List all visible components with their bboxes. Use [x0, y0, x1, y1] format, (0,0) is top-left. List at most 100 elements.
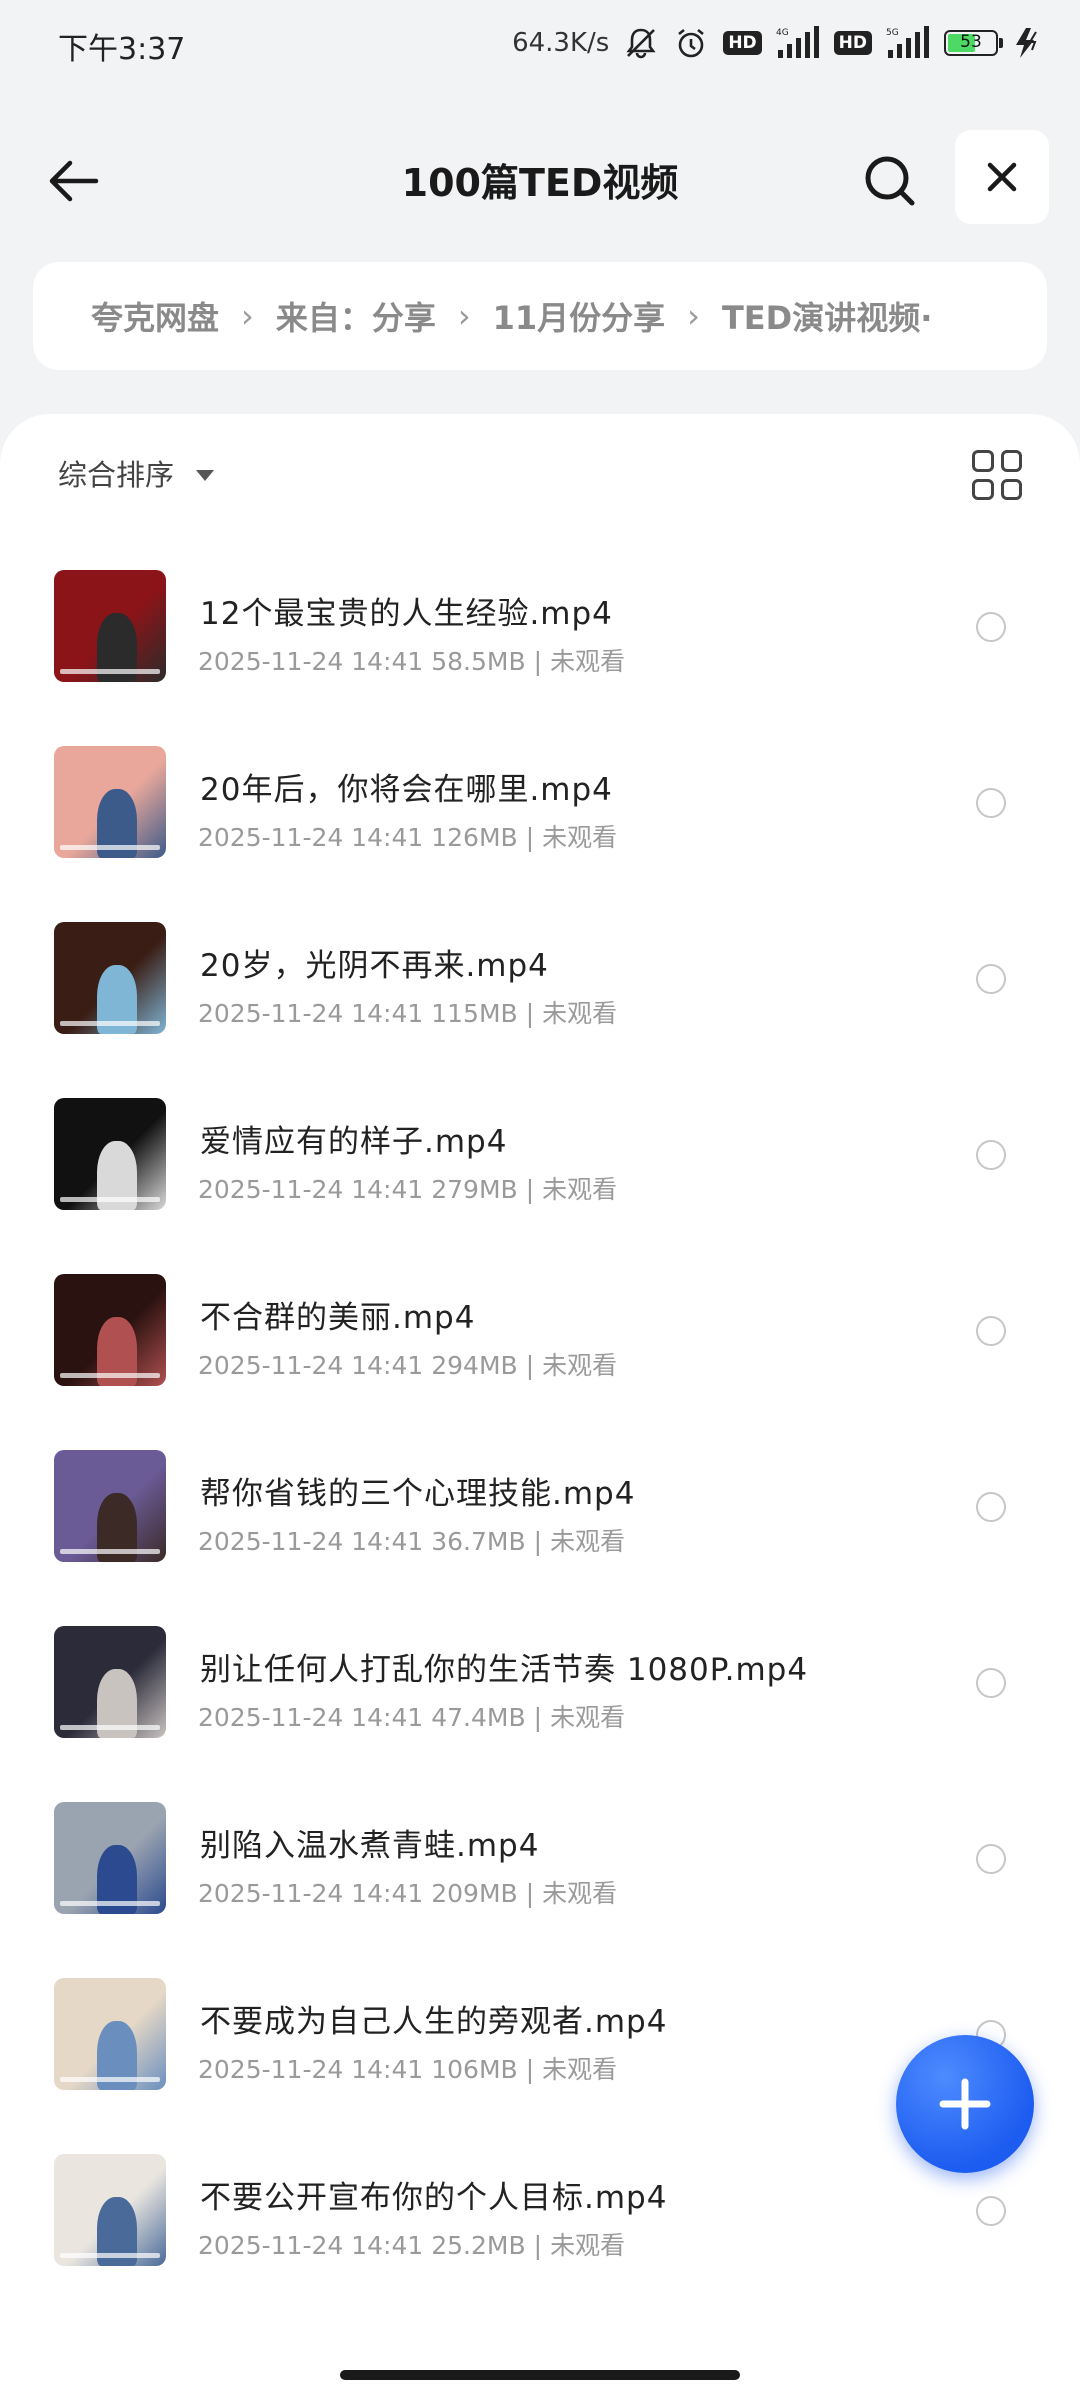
hd-badge-2: HD — [833, 31, 872, 55]
file-size: 279MB — [431, 1175, 518, 1204]
file-date: 2025-11-24 14:41 — [198, 647, 424, 676]
meta-divider: | — [533, 1703, 543, 1732]
select-checkbox[interactable] — [976, 612, 1006, 642]
close-button[interactable] — [955, 130, 1049, 224]
file-list: 12个最宝贵的人生经验.mp4 2025-11-24 14:41 58.5MB | 未… — [0, 546, 1080, 2306]
file-size: 294MB — [431, 1351, 518, 1380]
select-checkbox[interactable] — [976, 1844, 1006, 1874]
file-name: 爱情应有的样子.mp4 — [200, 1124, 508, 1160]
header-bar: 100篇TED视频 — [0, 130, 1080, 230]
video-thumbnail — [54, 746, 166, 858]
meta-divider: | — [525, 2055, 535, 2084]
hd-badge: HD — [723, 31, 762, 55]
chevron-right-icon: › — [687, 297, 700, 335]
file-name: 别陷入温水煮青蛙.mp4 — [200, 1828, 540, 1864]
file-meta: 2025-11-24 14:41 126MB | 未观看 — [198, 818, 617, 854]
file-meta: 2025-11-24 14:41 209MB | 未观看 — [198, 1874, 617, 1910]
select-checkbox[interactable] — [976, 2196, 1006, 2226]
watch-status: 未观看 — [542, 1879, 618, 1908]
meta-divider: | — [525, 1879, 535, 1908]
alarm-icon — [673, 25, 709, 61]
select-checkbox[interactable] — [976, 1492, 1006, 1522]
status-bar: 下午3:37 64.3K/s HD 4G HD 5G 53 — [0, 0, 1080, 95]
sort-dropdown[interactable]: 综合排序 — [58, 452, 215, 494]
file-size: 209MB — [431, 1879, 518, 1908]
file-name: 12个最宝贵的人生经验.mp4 — [200, 596, 613, 632]
file-meta: 2025-11-24 14:41 294MB | 未观看 — [198, 1346, 617, 1382]
watch-status: 未观看 — [550, 647, 626, 676]
breadcrumb: 夸克网盘 › 来自：分享 › 11月份分享 › TED演讲视频· — [33, 262, 1047, 370]
select-checkbox[interactable] — [976, 964, 1006, 994]
meta-divider: | — [533, 647, 543, 676]
video-thumbnail — [54, 1626, 166, 1738]
select-checkbox[interactable] — [976, 1140, 1006, 1170]
caret-down-icon — [196, 469, 215, 481]
grid-view-icon[interactable] — [972, 450, 1022, 500]
select-checkbox[interactable] — [976, 788, 1006, 818]
meta-divider: | — [533, 1527, 543, 1556]
add-button[interactable] — [896, 2035, 1034, 2173]
file-meta: 2025-11-24 14:41 279MB | 未观看 — [198, 1170, 617, 1206]
file-meta: 2025-11-24 14:41 58.5MB | 未观看 — [198, 642, 625, 678]
meta-divider: | — [525, 823, 535, 852]
breadcrumb-item-current[interactable]: TED演讲视频· — [722, 293, 932, 339]
battery-level: 53 — [960, 32, 982, 52]
file-row[interactable]: 20年后，你将会在哪里.mp4 2025-11-24 14:41 126MB | 未观… — [0, 722, 1080, 898]
breadcrumb-item-november[interactable]: 11月份分享 — [493, 293, 666, 339]
battery-icon: 53 — [944, 30, 1003, 56]
file-row[interactable]: 20岁，光阴不再来.mp4 2025-11-24 14:41 115MB | 未观看 — [0, 898, 1080, 1074]
file-size: 58.5MB — [431, 647, 526, 676]
file-row[interactable]: 12个最宝贵的人生经验.mp4 2025-11-24 14:41 58.5MB | 未… — [0, 546, 1080, 722]
file-row[interactable]: 别让任何人打乱你的生活节奏 1080P.mp4 2025-11-24 14:41 … — [0, 1602, 1080, 1778]
signal-5g-icon: 5G — [886, 26, 930, 60]
file-size: 47.4MB — [431, 1703, 526, 1732]
file-meta: 2025-11-24 14:41 47.4MB | 未观看 — [198, 1698, 625, 1734]
mute-bell-icon — [623, 25, 659, 61]
status-time: 下午3:37 — [58, 32, 186, 67]
file-size: 36.7MB — [431, 1527, 526, 1556]
file-name: 帮你省钱的三个心理技能.mp4 — [200, 1476, 636, 1512]
meta-divider: | — [533, 2231, 543, 2260]
select-checkbox[interactable] — [976, 1316, 1006, 1346]
file-row[interactable]: 爱情应有的样子.mp4 2025-11-24 14:41 279MB | 未观看 — [0, 1074, 1080, 1250]
file-row[interactable]: 帮你省钱的三个心理技能.mp4 2025-11-24 14:41 36.7MB | 未… — [0, 1426, 1080, 1602]
file-name: 不要成为自己人生的旁观者.mp4 — [200, 2004, 668, 2040]
file-row[interactable]: 不合群的美丽.mp4 2025-11-24 14:41 294MB | 未观看 — [0, 1250, 1080, 1426]
watch-status: 未观看 — [542, 1175, 618, 1204]
watch-status: 未观看 — [542, 2055, 618, 2084]
search-button[interactable] — [850, 146, 930, 216]
svg-text:4G: 4G — [776, 28, 789, 38]
meta-divider: | — [525, 1351, 535, 1380]
video-thumbnail — [54, 1098, 166, 1210]
video-thumbnail — [54, 1978, 166, 2090]
charging-icon — [1012, 26, 1042, 60]
file-size: 106MB — [431, 2055, 518, 2084]
file-date: 2025-11-24 14:41 — [198, 1703, 424, 1732]
home-indicator[interactable] — [340, 2370, 740, 2380]
file-row[interactable]: 别陷入温水煮青蛙.mp4 2025-11-24 14:41 209MB | 未观看 — [0, 1778, 1080, 1954]
file-date: 2025-11-24 14:41 — [198, 823, 424, 852]
watch-status: 未观看 — [550, 2231, 626, 2260]
chevron-right-icon: › — [241, 297, 254, 335]
watch-status: 未观看 — [542, 1351, 618, 1380]
select-checkbox[interactable] — [976, 1668, 1006, 1698]
plus-icon — [939, 2078, 991, 2130]
watch-status: 未观看 — [542, 999, 618, 1028]
file-date: 2025-11-24 14:41 — [198, 1527, 424, 1556]
file-size: 25.2MB — [431, 2231, 526, 2260]
video-thumbnail — [54, 1274, 166, 1386]
breadcrumb-item-root[interactable]: 夸克网盘 — [91, 293, 219, 339]
chevron-right-icon: › — [457, 297, 471, 335]
file-date: 2025-11-24 14:41 — [198, 1879, 424, 1908]
file-size: 115MB — [431, 999, 518, 1028]
breadcrumb-item-share[interactable]: 来自：分享 — [276, 293, 436, 339]
file-row[interactable]: 不要公开宣布你的个人目标.mp4 2025-11-24 14:41 25.2MB |… — [0, 2130, 1080, 2306]
file-name: 不合群的美丽.mp4 — [200, 1300, 476, 1336]
file-meta: 2025-11-24 14:41 106MB | 未观看 — [198, 2050, 617, 2086]
search-icon — [865, 156, 915, 206]
file-date: 2025-11-24 14:41 — [198, 2055, 424, 2084]
svg-text:5G: 5G — [886, 28, 899, 38]
network-speed: 64.3K/s — [512, 28, 610, 58]
meta-divider: | — [525, 1175, 535, 1204]
status-icons: 64.3K/s HD 4G HD 5G 53 — [512, 22, 1042, 64]
